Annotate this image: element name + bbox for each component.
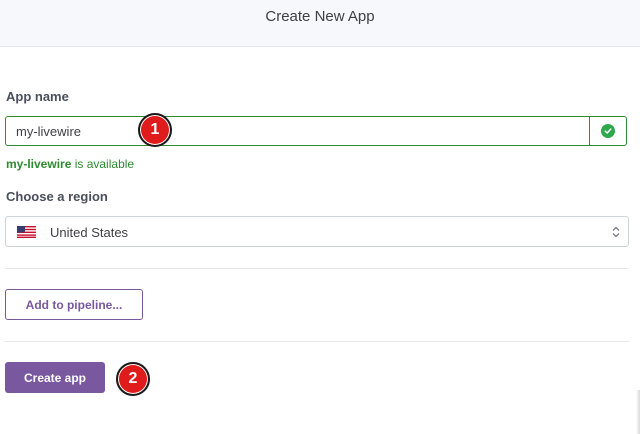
availability-message: my-livewire is available [6, 157, 134, 171]
page-header: Create New App [0, 0, 640, 47]
divider [5, 268, 629, 269]
validation-status [589, 117, 626, 145]
step-marker-2: 2 [116, 362, 150, 396]
step-marker-1: 1 [138, 113, 172, 147]
region-label: Choose a region [6, 189, 108, 204]
availability-app-name: my-livewire [6, 157, 72, 171]
add-to-pipeline-button[interactable]: Add to pipeline... [5, 289, 143, 320]
create-app-button[interactable]: Create app [5, 362, 105, 393]
edge-shadow [636, 390, 640, 434]
app-name-label: App name [6, 89, 69, 104]
divider [5, 341, 629, 342]
page-title: Create New App [265, 8, 375, 25]
check-circle-icon [601, 124, 615, 138]
availability-suffix: is available [71, 157, 135, 171]
region-value: United States [50, 225, 129, 240]
create-app-page: Create New App App name my-livewire is a… [0, 0, 640, 434]
updown-chevron-icon [612, 226, 620, 238]
region-select[interactable]: United States [5, 216, 629, 247]
us-flag-icon [17, 226, 36, 238]
app-name-input[interactable] [6, 117, 591, 145]
app-name-field [5, 116, 627, 146]
